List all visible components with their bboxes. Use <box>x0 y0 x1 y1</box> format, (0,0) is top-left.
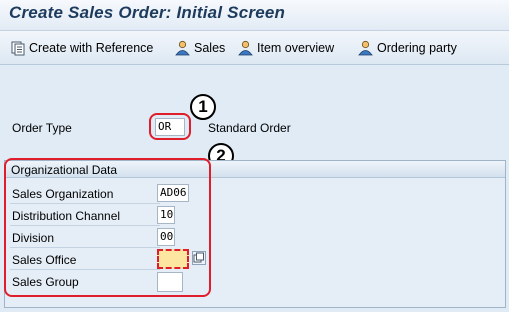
create-with-reference-button[interactable]: Create with Reference <box>11 39 153 57</box>
sales-office-label: Sales Office <box>12 253 77 267</box>
order-type-description: Standard Order <box>208 121 291 135</box>
division-field[interactable]: 00 <box>157 228 175 246</box>
title-bar: Create Sales Order: Initial Screen <box>0 0 509 31</box>
f4-value-help-icon <box>193 252 204 263</box>
item-overview-label: Item overview <box>257 41 335 55</box>
division-label: Division <box>12 231 55 245</box>
order-type-label: Order Type <box>12 121 72 135</box>
create-with-reference-icon <box>11 41 25 55</box>
order-type-field[interactable]: OR <box>155 118 185 136</box>
sales-office-field[interactable] <box>157 249 189 269</box>
distribution-channel-field[interactable]: 10 <box>157 206 175 224</box>
page-title: Create Sales Order: Initial Screen <box>9 3 286 22</box>
sales-label: Sales <box>194 41 226 55</box>
ordering-party-label: Ordering party <box>377 41 457 55</box>
application-toolbar: Create with Reference Sales Item overvie… <box>0 31 509 65</box>
create-with-reference-label: Create with Reference <box>29 41 154 55</box>
sales-group-label: Sales Group <box>12 275 79 289</box>
sales-group-field[interactable] <box>157 272 183 292</box>
ordering-party-button[interactable]: Ordering party <box>357 39 457 57</box>
distribution-channel-label: Distribution Channel <box>12 209 121 223</box>
callout-1: 1 <box>190 94 216 120</box>
sales-organization-field[interactable]: AD06 <box>157 184 189 202</box>
f4-value-help-button[interactable] <box>192 251 206 265</box>
sales-organization-label: Sales Organization <box>12 187 114 201</box>
sales-person-icon <box>175 40 190 56</box>
sales-button[interactable]: Sales <box>174 39 225 57</box>
ordering-party-person-icon <box>358 40 373 56</box>
item-overview-button[interactable]: Item overview <box>237 39 334 57</box>
item-overview-person-icon <box>238 40 253 56</box>
